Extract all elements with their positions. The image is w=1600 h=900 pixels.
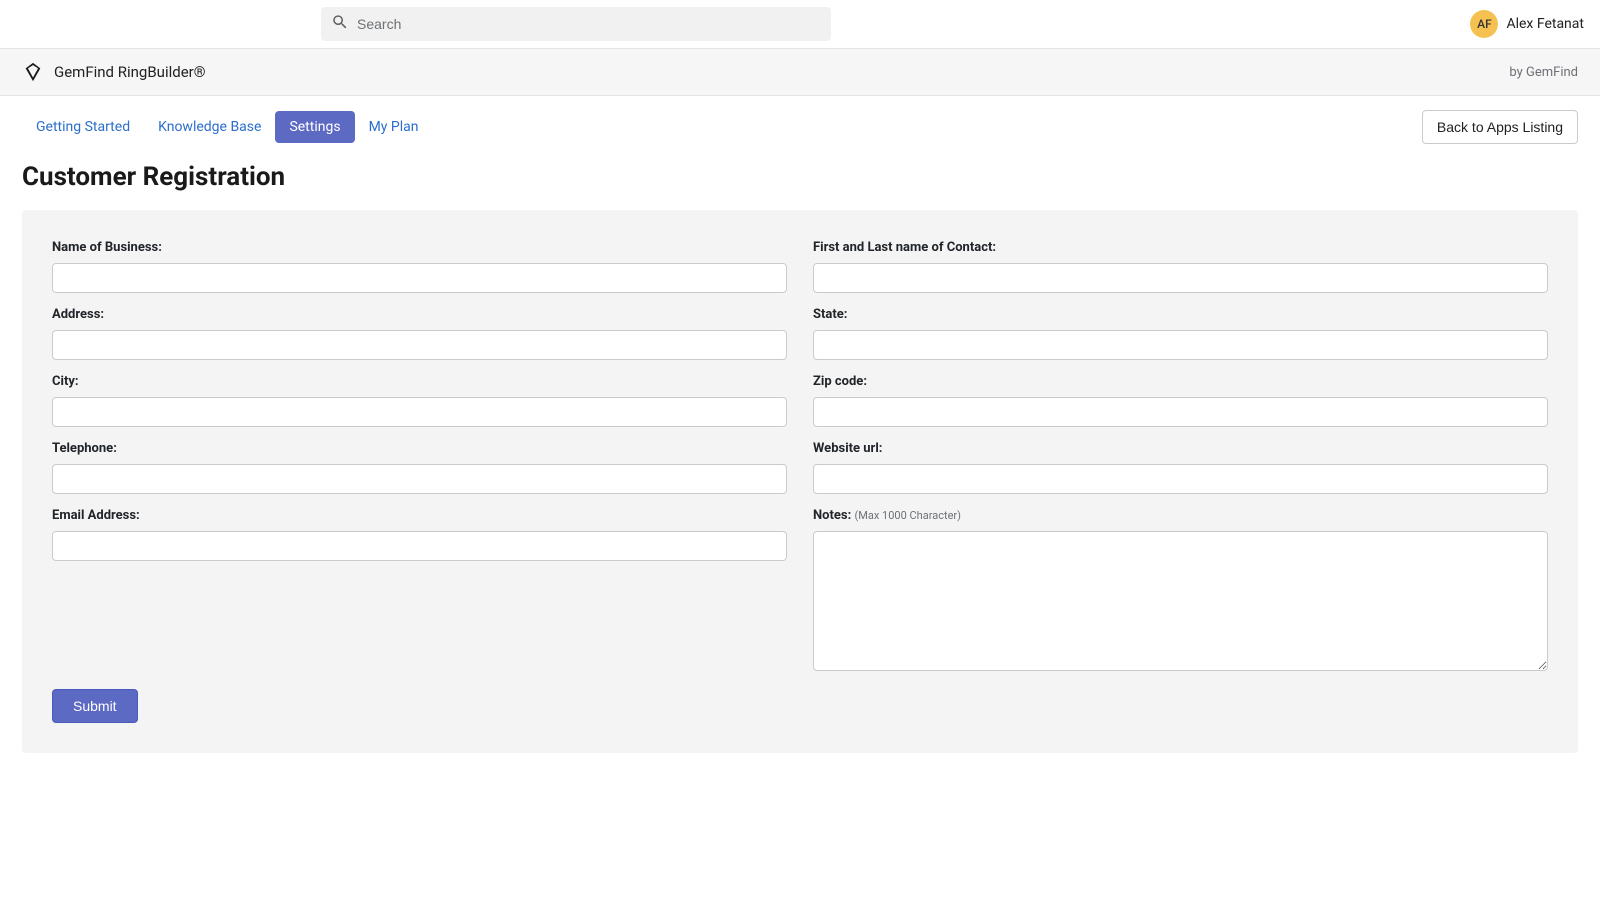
website-label: Website url:: [813, 441, 1548, 456]
avatar: AF: [1470, 10, 1498, 38]
business-label: Name of Business:: [52, 240, 787, 255]
app-by-text: by GemFind: [1509, 65, 1578, 80]
search-container[interactable]: [321, 7, 831, 41]
nav-tabs: Getting Started Knowledge Base Settings …: [22, 111, 432, 143]
notes-label-text: Notes:: [813, 508, 851, 523]
top-bar: AF Alex Fetanat: [0, 0, 1600, 48]
tab-settings[interactable]: Settings: [275, 111, 354, 143]
zip-label: Zip code:: [813, 374, 1548, 389]
user-name: Alex Fetanat: [1506, 16, 1584, 32]
state-label: State:: [813, 307, 1548, 322]
email-input[interactable]: [52, 531, 787, 561]
page-title: Customer Registration: [0, 158, 1600, 210]
zip-input[interactable]: [813, 397, 1548, 427]
app-header: GemFind RingBuilder® by GemFind: [0, 48, 1600, 96]
city-input[interactable]: [52, 397, 787, 427]
tab-my-plan[interactable]: My Plan: [355, 111, 433, 143]
address-input[interactable]: [52, 330, 787, 360]
app-title-group: GemFind RingBuilder®: [22, 61, 206, 83]
telephone-input[interactable]: [52, 464, 787, 494]
app-logo-icon: [22, 61, 44, 83]
search-icon: [331, 13, 349, 35]
tab-getting-started[interactable]: Getting Started: [22, 111, 144, 143]
submit-button[interactable]: Submit: [52, 689, 138, 723]
telephone-label: Telephone:: [52, 441, 787, 456]
notes-textarea[interactable]: [813, 531, 1548, 671]
contact-input[interactable]: [813, 263, 1548, 293]
notes-label: Notes: (Max 1000 Character): [813, 508, 1548, 523]
business-input[interactable]: [52, 263, 787, 293]
nav-row: Getting Started Knowledge Base Settings …: [0, 96, 1600, 158]
search-input[interactable]: [357, 16, 821, 32]
tab-knowledge-base[interactable]: Knowledge Base: [144, 111, 275, 143]
notes-hint: (Max 1000 Character): [855, 509, 961, 522]
app-title: GemFind RingBuilder®: [54, 63, 206, 81]
submit-row: Submit: [52, 689, 1548, 723]
form-grid: Name of Business: Address: City: Telepho…: [52, 240, 1548, 671]
contact-label: First and Last name of Contact:: [813, 240, 1548, 255]
back-to-apps-button[interactable]: Back to Apps Listing: [1422, 110, 1578, 144]
website-input[interactable]: [813, 464, 1548, 494]
registration-form: Name of Business: Address: City: Telepho…: [22, 210, 1578, 753]
email-label: Email Address:: [52, 508, 787, 523]
address-label: Address:: [52, 307, 787, 322]
city-label: City:: [52, 374, 787, 389]
form-column-right: First and Last name of Contact: State: Z…: [813, 240, 1548, 671]
user-area[interactable]: AF Alex Fetanat: [1470, 10, 1584, 38]
form-column-left: Name of Business: Address: City: Telepho…: [52, 240, 787, 671]
state-input[interactable]: [813, 330, 1548, 360]
